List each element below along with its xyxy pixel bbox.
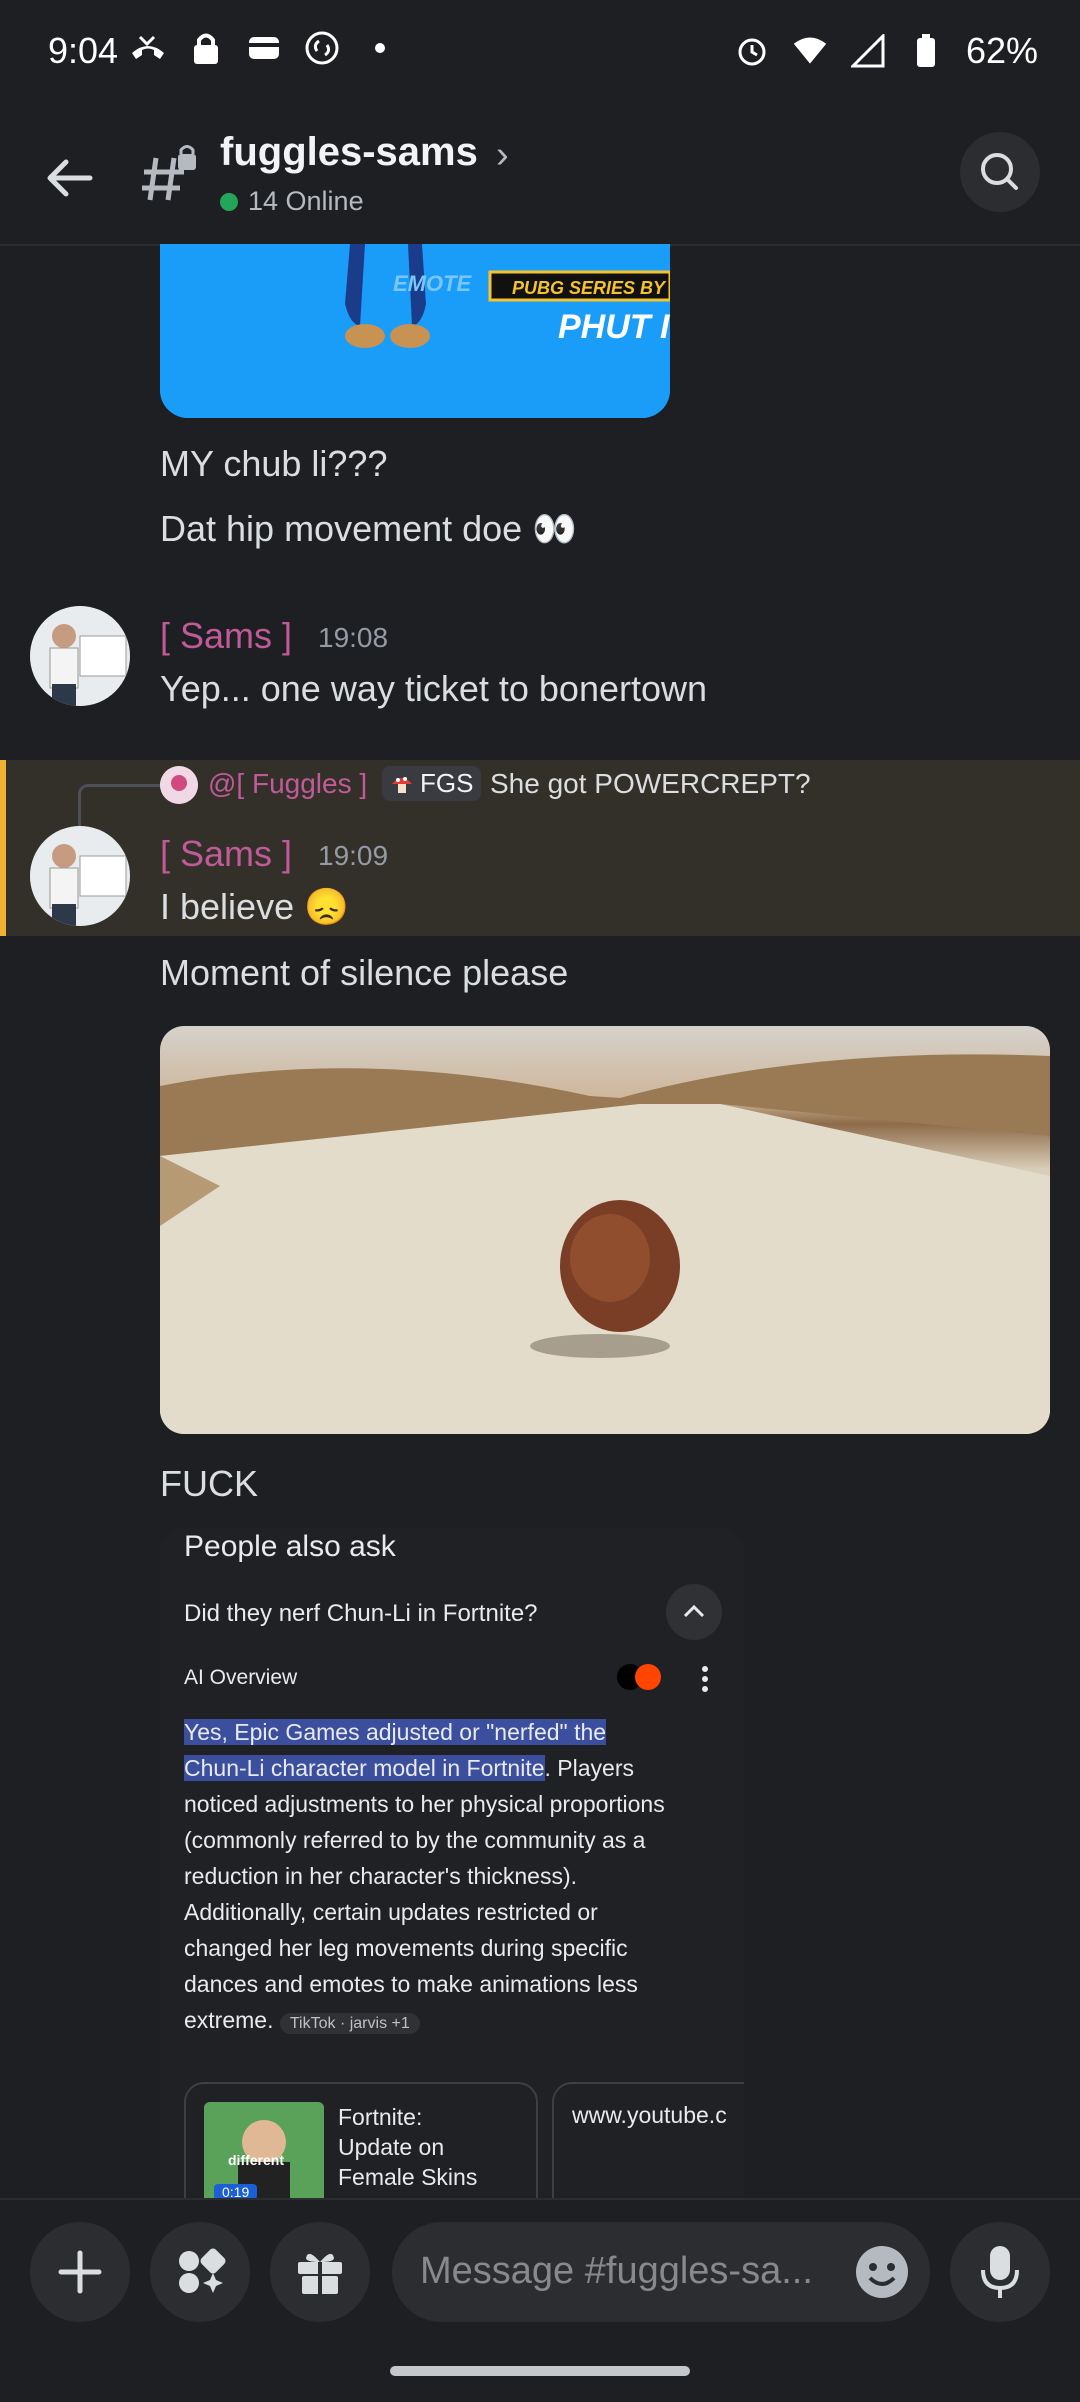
message-username[interactable]: [ Sams ]	[160, 615, 292, 657]
reply-tag-text: FGS	[420, 768, 474, 798]
body-text: changed her leg movements during specifi…	[184, 1935, 628, 1961]
channel-header: fuggles-sams › 14 Online	[0, 108, 1080, 246]
search-button[interactable]	[960, 132, 1040, 212]
body-text: . Players	[544, 1755, 634, 1781]
video-title: Fortnite: Update on Female Skins	[338, 2104, 478, 2190]
mushroom-icon	[390, 772, 414, 796]
apps-button[interactable]	[150, 2222, 250, 2322]
body-text: Additionally, certain updates restricted…	[184, 1899, 598, 1925]
message-text: I believe 😞	[160, 886, 349, 927]
reply-connector	[78, 784, 161, 827]
card-question: Did they nerf Chun-Li in Fortnite?	[184, 1600, 538, 1627]
voice-message-button[interactable]	[950, 2222, 1050, 2322]
reply-preview-text[interactable]: She got POWERCREPT?	[490, 768, 811, 800]
message-line: Dat hip movement doe 👀	[160, 508, 578, 549]
status-left-icons	[130, 30, 398, 66]
message-timestamp: 19:08	[318, 622, 389, 653]
video-thumbnail: different 0:19	[204, 2102, 324, 2200]
notification-dot-icon	[362, 30, 398, 66]
wallet-icon	[246, 30, 282, 66]
home-indicator[interactable]	[390, 2366, 690, 2376]
card-section-title: People also ask	[184, 1530, 396, 1563]
emoji-button[interactable]	[852, 2242, 912, 2302]
img1-series-text: PUBG SERIES BY	[512, 278, 666, 298]
reply-avatar	[160, 766, 198, 804]
body-text: (commonly referred to by the community a…	[184, 1827, 646, 1853]
message-image-tumbleweed[interactable]	[160, 1026, 1050, 1434]
gift-button[interactable]	[270, 2222, 370, 2322]
message-username[interactable]: [ Sams ]	[160, 833, 292, 875]
lock-icon	[188, 30, 224, 66]
body-text: reduction in her character's thickness).	[184, 1863, 578, 1889]
gift-icon	[298, 2253, 342, 2294]
ai-overview-body: Yes, Epic Games adjusted or "nerfed" the…	[184, 1714, 665, 2042]
avatar[interactable]	[30, 826, 130, 926]
online-label: 14 Online	[248, 186, 364, 216]
locked-channel-icon	[140, 144, 200, 210]
highlighted-text: Chun-Li character model in Fortnite	[184, 1755, 545, 1781]
wifi-icon	[792, 33, 828, 69]
status-time: 9:04	[48, 30, 119, 71]
message-text: FUCK	[160, 1463, 258, 1504]
message-line: MY chub li???	[160, 443, 388, 484]
reply-username[interactable]: @[ Fuggles ]	[208, 768, 367, 800]
message-placeholder: Message #fuggles-sa...	[420, 2250, 813, 2292]
add-attachment-button[interactable]	[30, 2222, 130, 2322]
link-result-card[interactable]: www.youtube.c	[552, 2082, 744, 2200]
channel-title[interactable]: fuggles-sams	[220, 130, 478, 175]
message-input[interactable]: Message #fuggles-sa...	[392, 2222, 930, 2322]
source-chip[interactable]: TikTok · jarvis +1	[279, 2013, 420, 2034]
microphone-icon	[981, 2246, 1019, 2298]
source-icons	[616, 1660, 664, 1694]
channel-chevron-icon[interactable]: ›	[496, 134, 509, 177]
chevron-up-icon	[683, 1604, 705, 1618]
link-url: www.youtube.c	[572, 2102, 727, 2128]
body-text: extreme.	[184, 2007, 274, 2033]
signal-icon	[850, 33, 886, 69]
message-text: Moment of silence please	[160, 952, 569, 993]
mention-bar	[0, 760, 6, 936]
body-text: dances and emotes to make animations les…	[184, 1971, 638, 1997]
message-text: Yep... one way ticket to bonertown	[160, 668, 708, 709]
video-caption: different	[228, 2152, 284, 2168]
search-icon	[981, 153, 1018, 190]
ai-overview-label: AI Overview	[184, 1666, 298, 1689]
message-image-emote[interactable]: EMOTE PUBG SERIES BY PHUT I	[160, 244, 670, 418]
more-icon[interactable]	[700, 1664, 710, 1694]
shazam-icon	[304, 30, 340, 66]
online-count: 14 Online	[220, 186, 364, 217]
img1-emote-text: EMOTE	[393, 271, 472, 296]
avatar[interactable]	[30, 606, 130, 706]
back-button[interactable]	[40, 148, 100, 208]
highlighted-text: Yes, Epic Games adjusted or "nerfed" the	[184, 1719, 607, 1745]
video-result-card[interactable]: different 0:19 Fortnite: Update on Female …	[184, 2082, 538, 2200]
img1-name-text: PHUT I	[558, 308, 670, 346]
status-right: 62%	[734, 30, 1038, 72]
battery-icon	[908, 33, 944, 69]
missed-call-icon	[130, 30, 166, 66]
alarm-icon	[734, 33, 770, 69]
status-bar: 9:04 62%	[0, 0, 1080, 108]
emoji-icon	[856, 2246, 908, 2298]
reply-tag-badge: FGS	[382, 766, 482, 801]
body-text: noticed adjustments to her physical prop…	[184, 1791, 665, 1817]
message-image-screenshot[interactable]: People also ask Did they nerf Chun-Li in…	[160, 1528, 744, 2200]
apps-icon	[179, 2248, 226, 2293]
message-timestamp: 19:09	[318, 840, 389, 871]
collapse-button[interactable]	[666, 1584, 722, 1640]
battery-percent: 62%	[965, 30, 1038, 71]
plus-icon	[58, 2250, 102, 2294]
online-dot-icon	[220, 192, 238, 211]
